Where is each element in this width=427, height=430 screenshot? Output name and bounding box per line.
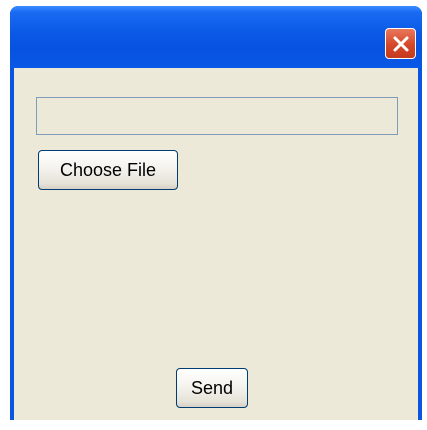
dialog-window: Choose File Send bbox=[10, 6, 422, 420]
dialog-content: Choose File Send bbox=[14, 68, 418, 420]
close-x-icon bbox=[393, 36, 408, 51]
close-button[interactable] bbox=[385, 28, 416, 59]
title-bar[interactable] bbox=[10, 6, 422, 68]
choose-file-button[interactable]: Choose File bbox=[38, 150, 178, 190]
file-path-field[interactable] bbox=[36, 97, 398, 135]
send-button[interactable]: Send bbox=[176, 368, 248, 408]
